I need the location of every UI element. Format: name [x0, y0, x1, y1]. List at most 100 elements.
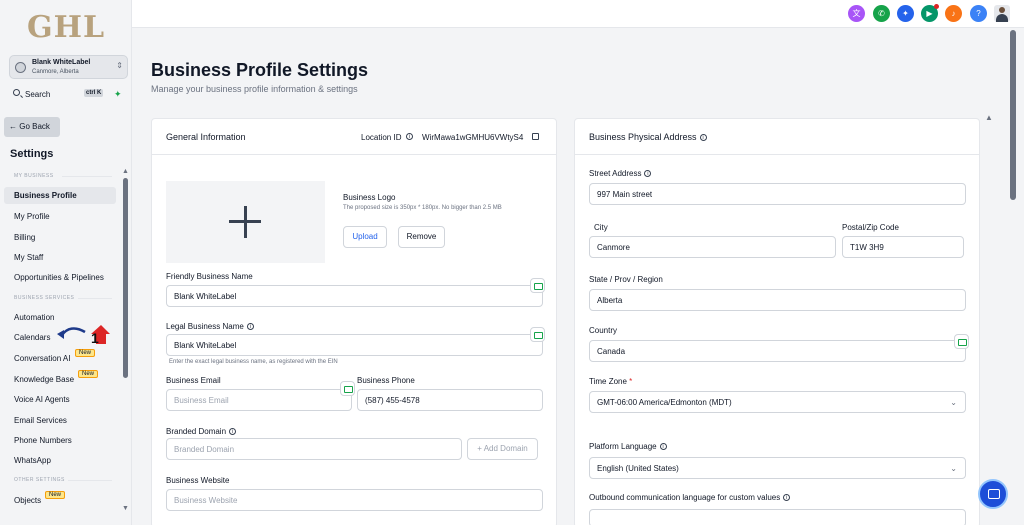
- chevron-down-icon: ⌄: [950, 464, 957, 473]
- platform-language-select[interactable]: English (United States) ⌄: [589, 457, 966, 479]
- location-id-label: Location ID: [361, 133, 402, 142]
- search-icon: [13, 89, 20, 96]
- new-badge: New: [45, 491, 66, 499]
- zip-input[interactable]: T1W 3H9: [842, 236, 964, 258]
- street-address-label: Street Address i: [589, 169, 652, 178]
- quick-action-icon[interactable]: ✦: [114, 89, 122, 100]
- info-icon[interactable]: i: [659, 443, 667, 451]
- main-scrollbar[interactable]: [1010, 30, 1016, 200]
- card-title-text: Business Physical Address: [589, 132, 697, 142]
- friendly-name-input[interactable]: Blank WhiteLabel: [166, 285, 543, 307]
- branded-domain-label-text: Branded Domain: [166, 427, 227, 436]
- brand-logo[interactable]: GHL: [27, 10, 105, 45]
- remove-button[interactable]: Remove: [398, 226, 445, 248]
- notification-dot: [934, 4, 939, 9]
- top-bar: 文 ✆ ✦ ▶ ♪ ?: [132, 0, 1024, 28]
- scroll-up-icon[interactable]: ▲: [985, 113, 993, 122]
- logo-upload-area[interactable]: [166, 181, 325, 263]
- bell-icon[interactable]: ♪: [945, 5, 962, 22]
- legal-name-label-text: Legal Business Name: [166, 322, 244, 331]
- timezone-label-text: Time Zone: [589, 377, 627, 386]
- go-back-button[interactable]: ← Go Back: [4, 117, 60, 137]
- physical-address-card: Business Physical Address i Street Addres…: [574, 118, 980, 525]
- section-other-settings: OTHER SETTINGS: [14, 477, 65, 483]
- card-title: Business Physical Address i: [589, 132, 707, 142]
- platform-language-label: Platform Language i: [589, 442, 667, 451]
- business-phone-input[interactable]: (587) 455-4578: [357, 389, 543, 411]
- custom-value-icon[interactable]: [530, 327, 545, 342]
- search-shortcut: ctrl K: [84, 89, 104, 97]
- upload-button[interactable]: Upload: [343, 226, 387, 248]
- avatar-head: [999, 7, 1005, 13]
- info-icon[interactable]: i: [229, 428, 237, 436]
- business-email-label: Business Email: [166, 376, 221, 385]
- annotation-arrow: [57, 325, 110, 344]
- sidebar-scrollbar[interactable]: [123, 178, 128, 378]
- business-logo-title: Business Logo: [343, 193, 396, 202]
- city-label: City: [594, 223, 608, 232]
- user-avatar[interactable]: [994, 5, 1010, 22]
- chat-widget-button[interactable]: [978, 479, 1008, 509]
- custom-value-icon[interactable]: [530, 278, 545, 293]
- chevron-updown-icon: ⇕: [116, 61, 123, 70]
- copy-icon[interactable]: [532, 133, 539, 140]
- timezone-label: Time Zone *: [589, 377, 632, 386]
- sidebar-item-knowledge-base[interactable]: Knowledge Base: [4, 371, 116, 388]
- divider: [62, 176, 112, 177]
- street-address-input[interactable]: 997 Main street: [589, 183, 966, 205]
- info-icon[interactable]: i: [783, 494, 791, 502]
- state-label: State / Prov / Region: [589, 275, 663, 284]
- info-icon[interactable]: i: [406, 133, 413, 140]
- platform-language-label-text: Platform Language: [589, 442, 657, 451]
- timezone-value: GMT-06:00 America/Edmonton (MDT): [597, 398, 732, 407]
- scroll-down-icon[interactable]: ▼: [122, 505, 129, 512]
- outbound-language-select[interactable]: [589, 509, 966, 525]
- sidebar-search[interactable]: Search ctrl K: [9, 88, 107, 102]
- sidebar-item-my-profile[interactable]: My Profile: [4, 208, 116, 225]
- divider: [68, 480, 112, 481]
- custom-value-icon[interactable]: [954, 334, 969, 349]
- location-icon: [15, 62, 26, 73]
- sidebar-item-business-profile[interactable]: Business Profile: [4, 187, 116, 204]
- chevron-down-icon: ⌄: [950, 398, 957, 407]
- ai-icon[interactable]: ✦: [897, 5, 914, 22]
- business-email-input[interactable]: Business Email: [166, 389, 352, 411]
- sidebar-item-whatsapp[interactable]: WhatsApp: [4, 452, 116, 469]
- avatar-body: [996, 14, 1008, 22]
- card-header: Business Physical Address i: [575, 119, 979, 155]
- location-switcher[interactable]: Blank WhiteLabel Canmore, Alberta ⇕: [9, 55, 128, 79]
- street-address-label-text: Street Address: [589, 169, 642, 178]
- info-icon[interactable]: i: [699, 134, 707, 142]
- scroll-up-icon[interactable]: ▲: [122, 168, 129, 175]
- section-business-services: BUSINESS SERVICES: [14, 295, 75, 301]
- business-website-input[interactable]: Business Website: [166, 489, 543, 511]
- info-icon[interactable]: i: [644, 170, 652, 178]
- sidebar-item-billing[interactable]: Billing: [4, 229, 116, 246]
- country-select[interactable]: Canada: [589, 340, 966, 362]
- business-phone-label: Business Phone: [357, 376, 415, 385]
- outbound-language-label: Outbound communication language for cust…: [589, 493, 791, 502]
- sidebar-item-email-services[interactable]: Email Services: [4, 412, 116, 429]
- branded-domain-label: Branded Domain i: [166, 427, 237, 436]
- info-icon[interactable]: i: [246, 323, 254, 331]
- legal-name-hint: Enter the exact legal business name, as …: [169, 359, 338, 365]
- location-name: Blank WhiteLabel: [32, 59, 91, 66]
- city-input[interactable]: Canmore: [589, 236, 836, 258]
- add-domain-button[interactable]: + Add Domain: [467, 438, 538, 460]
- branded-domain-input[interactable]: Branded Domain: [166, 438, 462, 460]
- custom-value-icon[interactable]: [340, 381, 355, 396]
- sidebar-item-my-staff[interactable]: My Staff: [4, 249, 116, 266]
- sidebar-item-phone-numbers[interactable]: Phone Numbers: [4, 432, 116, 449]
- sidebar-item-opportunities[interactable]: Opportunities & Pipelines: [4, 269, 116, 286]
- page-subtitle: Manage your business profile information…: [151, 84, 358, 94]
- sidebar-item-voice-ai-agents[interactable]: Voice AI Agents: [4, 391, 116, 408]
- state-input[interactable]: Alberta: [589, 289, 966, 311]
- translate-icon[interactable]: 文: [848, 5, 865, 22]
- search-label: Search: [25, 90, 51, 99]
- legal-name-input[interactable]: Blank WhiteLabel: [166, 334, 543, 356]
- sidebar-item-conversation-ai[interactable]: Conversation AI: [4, 350, 116, 367]
- phone-icon[interactable]: ✆: [873, 5, 890, 22]
- help-icon[interactable]: ?: [970, 5, 987, 22]
- timezone-select[interactable]: GMT-06:00 America/Edmonton (MDT) ⌄: [589, 391, 966, 413]
- location-subtitle: Canmore, Alberta: [32, 69, 79, 75]
